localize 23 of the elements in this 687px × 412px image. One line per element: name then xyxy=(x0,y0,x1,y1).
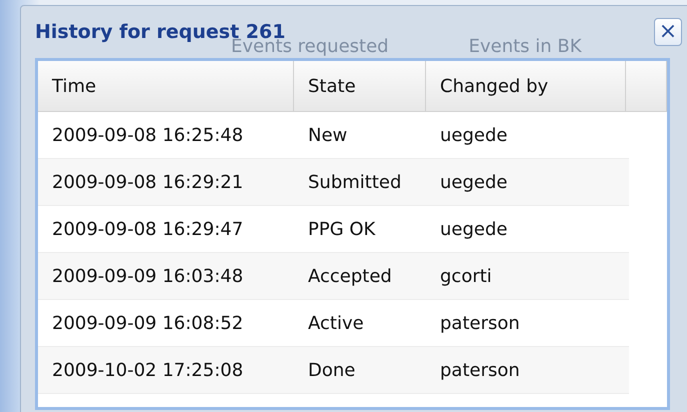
background-column-header: Events in BK xyxy=(468,36,582,57)
column-header[interactable]: Time xyxy=(38,61,294,111)
table-cell-text: 2009-10-02 17:25:08 xyxy=(51,360,244,380)
table-cell-text: paterson xyxy=(439,360,521,380)
table-cell-text: 2009-09-08 16:29:21 xyxy=(51,172,244,192)
table-cell-text: 2009-09-09 16:08:52 xyxy=(51,312,244,334)
column-header[interactable]: State xyxy=(294,61,426,111)
table-cell-text: New xyxy=(307,124,348,146)
table-cell-text: 2009-09-08 16:25:48 xyxy=(51,124,244,146)
table-cell-text: gcorti xyxy=(439,266,493,286)
table-cell-text: Active xyxy=(307,312,365,334)
close-button[interactable]: × xyxy=(654,18,682,46)
table-cell-text: Done xyxy=(307,360,356,380)
table-cell-text: 2009-09-08 16:29:47 xyxy=(51,218,244,240)
table-cell-text: Submitted xyxy=(307,172,402,192)
table-cell-text: paterson xyxy=(439,312,521,334)
column-header[interactable]: Changed by xyxy=(426,61,626,111)
table-cell-text: uegede xyxy=(439,218,508,240)
table-cell-text: Accepted xyxy=(307,266,393,286)
table-cell-text: uegede xyxy=(439,124,508,146)
table-cell-text: PPG OK xyxy=(307,218,376,240)
table-cell-text: 2009-09-09 16:03:48 xyxy=(51,266,244,286)
table-cell-text: uegede xyxy=(439,172,508,192)
